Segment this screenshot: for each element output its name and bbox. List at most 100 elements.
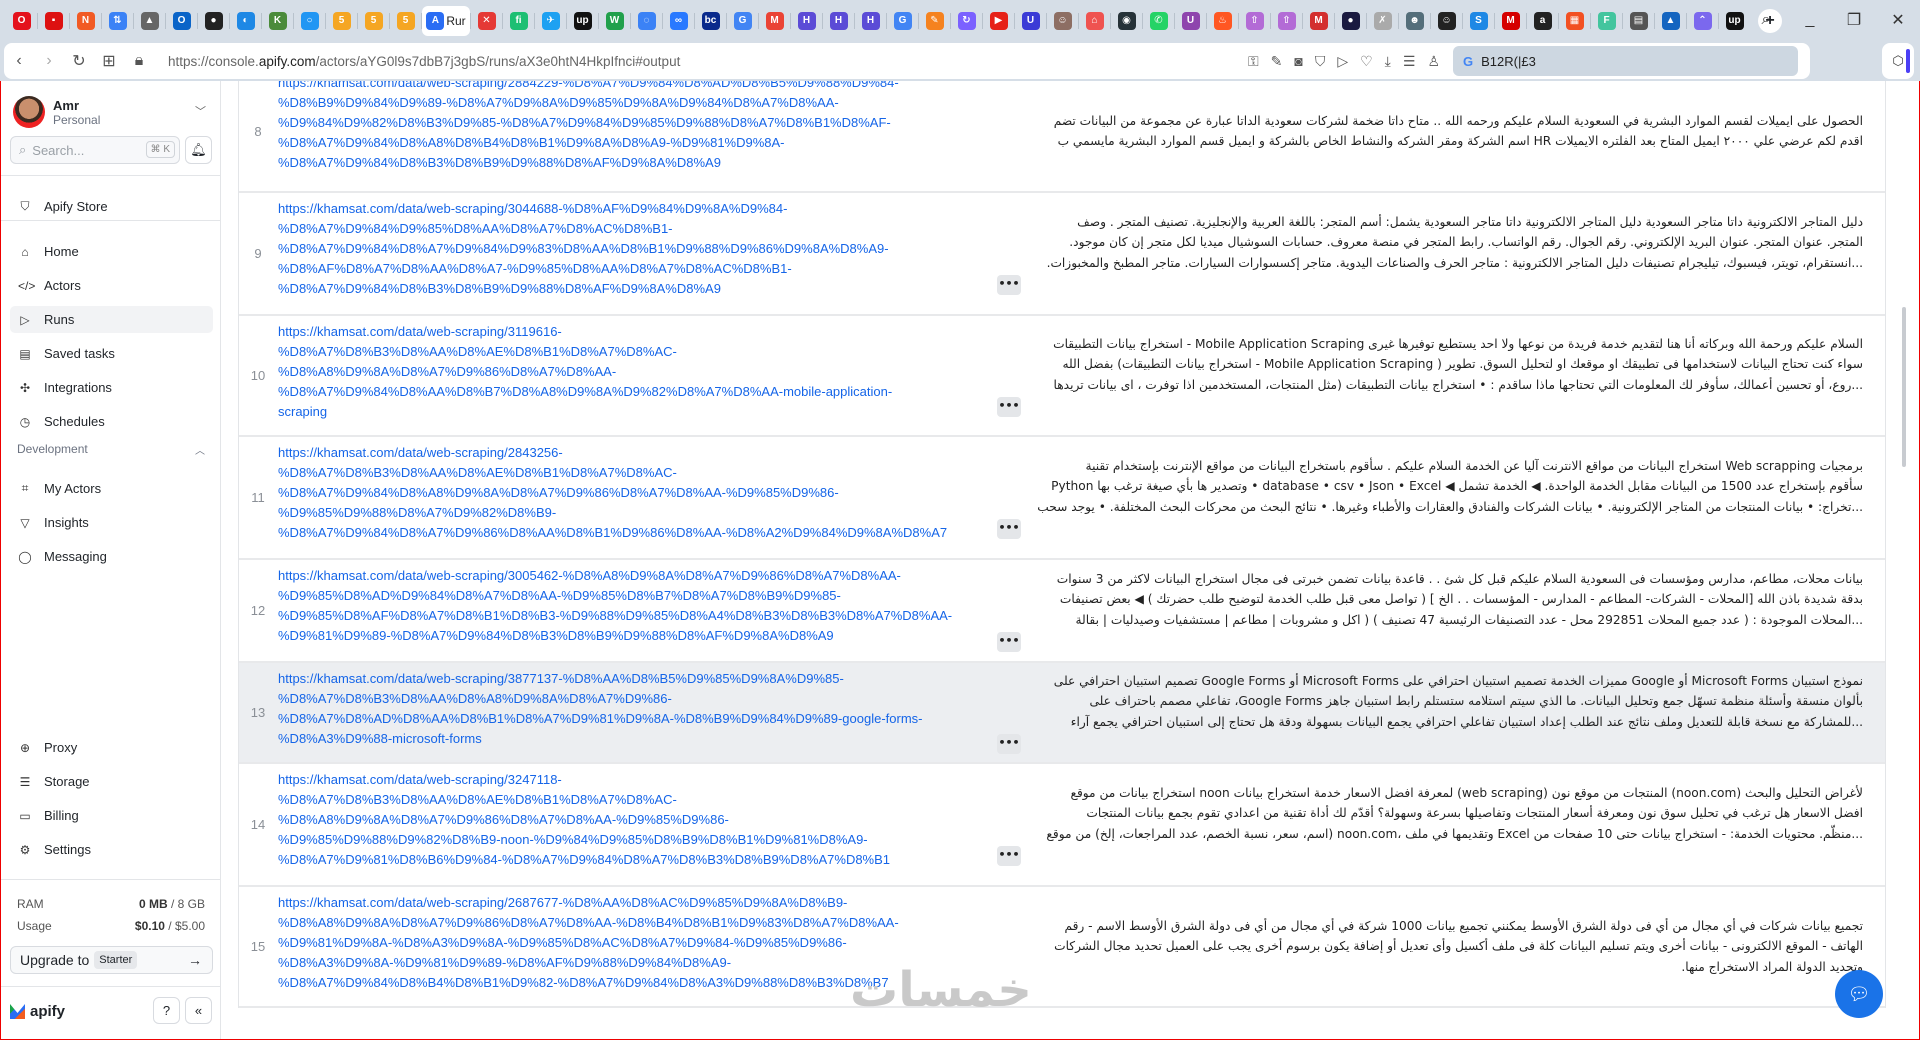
search-tabs-icon[interactable]: ⌕ [1744,11,1788,29]
back-icon[interactable]: ‹ [4,52,34,70]
sidebar-toggle-button[interactable]: ⬡ [1882,43,1914,79]
download-icon[interactable]: ⤓ [1385,53,1391,70]
url-field[interactable]: https://console.apify.com/actors/aYG0l9s… [168,54,680,69]
browser-tab[interactable]: ▶ [983,6,1014,36]
url-link[interactable]: https://khamsat.com/data/web-scraping/30… [277,193,987,314]
sidebar-item-billing[interactable]: ▭ Billing [10,802,213,829]
browser-tab[interactable]: 5 [326,6,357,36]
browser-tab[interactable]: ↻ [951,6,982,36]
browser-tab[interactable]: bc [695,6,726,36]
browser-tab[interactable]: up [567,6,598,36]
close-button[interactable]: ✕ [1876,10,1920,30]
sidebar-item-messaging[interactable]: ◯ Messaging [10,543,213,570]
browser-tab[interactable]: G [727,6,758,36]
sidebar-item-settings[interactable]: ⚙ Settings [10,836,213,863]
sidebar-item-apify-store[interactable]: ⛉ Apify Store [10,193,213,220]
browser-tab[interactable]: S [1463,6,1494,36]
browser-tab[interactable]: ● [1335,6,1366,36]
expand-text-button[interactable]: ••• [997,846,1021,867]
upgrade-button[interactable]: Upgrade to Starter → [10,946,213,974]
browser-tab[interactable]: F [1591,6,1622,36]
maximize-button[interactable]: ❐ [1832,10,1876,30]
browser-tab[interactable]: ⌂ [1079,6,1110,36]
sidebar-item-schedules[interactable]: ◷ Schedules [10,408,213,435]
shield-icon[interactable]: ⛉ [1315,53,1326,70]
url-link[interactable]: https://khamsat.com/data/web-scraping/38… [277,663,987,762]
url-link[interactable]: https://khamsat.com/data/web-scraping/32… [277,764,987,885]
browser-tab[interactable]: M [1303,6,1334,36]
browser-tab[interactable]: A Rur [422,5,470,36]
browser-tab[interactable]: ✗ [1367,6,1398,36]
collapse-sidebar-button[interactable]: « [185,997,212,1024]
send-icon[interactable]: ▷ [1337,53,1348,70]
url-link[interactable]: https://khamsat.com/data/web-scraping/28… [277,81,987,191]
sidebar-item-home[interactable]: ⌂ Home [10,238,213,265]
sidebar-item-integrations[interactable]: ✣ Integrations [10,374,213,401]
camera-icon[interactable]: ◙ [1294,53,1302,69]
expand-text-button[interactable]: ••• [997,734,1021,755]
settings-sliders-icon[interactable]: ☰ [1403,53,1416,70]
expand-text-button[interactable]: ••• [997,275,1021,296]
browser-tab[interactable]: H [855,6,886,36]
notifications-button[interactable]: 🔔︎ [185,136,212,164]
sidebar-item-runs[interactable]: ▷ Runs [10,306,213,333]
browser-tab[interactable]: ▪ [38,6,69,36]
browser-tab[interactable]: H [791,6,822,36]
reload-icon[interactable]: ↻ [64,51,94,71]
development-section-header[interactable]: Development ︿ [17,442,205,457]
forward-icon[interactable]: › [34,52,64,70]
browser-tab[interactable]: fi [503,6,534,36]
browser-tab[interactable]: ⇧ [1271,6,1302,36]
browser-tab[interactable]: N [70,6,101,36]
minimize-button[interactable]: _ [1788,11,1832,29]
browser-tab[interactable]: M [1495,6,1526,36]
browser-tab[interactable]: H [823,6,854,36]
chat-support-button[interactable]: 💬︎ [1835,970,1883,1018]
sidebar-item-my-actors[interactable]: ⌗ My Actors [10,475,213,502]
browser-tab[interactable]: ☺ [1431,6,1462,36]
browser-tab[interactable]: U [1175,6,1206,36]
url-link[interactable]: https://khamsat.com/data/web-scraping/30… [277,560,987,661]
url-link[interactable]: https://khamsat.com/data/web-scraping/31… [277,316,987,435]
google-search-box[interactable]: G B12R(|£3 [1453,46,1798,76]
browser-tab[interactable]: ⇅ [102,6,133,36]
browser-tab[interactable]: ✕ [471,6,502,36]
expand-text-button[interactable]: ••• [997,397,1021,418]
sidebar-item-insights[interactable]: ▽ Insights [10,509,213,536]
edit-icon[interactable]: ✎ [1271,53,1283,70]
browser-tab[interactable]: ⇧ [1239,6,1270,36]
browser-tab[interactable]: ✎ [919,6,950,36]
browser-tab[interactable]: ▦ [1559,6,1590,36]
sidebar-item-actors[interactable]: </> Actors [10,272,213,299]
browser-tab[interactable]: ◌ [631,6,662,36]
browser-tab[interactable]: ▲ [134,6,165,36]
browser-tab[interactable]: K [262,6,293,36]
chevron-down-icon[interactable]: ﹀ [195,103,206,119]
heart-icon[interactable]: ♡ [1360,53,1373,70]
search-input[interactable]: ⌕ Search... ⌘ K [10,136,180,164]
browser-tab[interactable]: O [6,6,37,36]
browser-tab[interactable]: a [1527,6,1558,36]
expand-text-button[interactable]: ••• [997,632,1021,653]
browser-tab[interactable]: ◐ [230,6,261,36]
browser-tab[interactable]: ∞ [663,6,694,36]
key-icon[interactable]: ⚿ [1248,53,1259,70]
browser-tab[interactable]: M [759,6,790,36]
sidebar-item-proxy[interactable]: ⊕ Proxy [10,734,213,761]
browser-tab[interactable]: ▲ [1655,6,1686,36]
scrollbar-thumb[interactable] [1902,307,1906,467]
sidebar-item-saved-tasks[interactable]: ▤ Saved tasks [10,340,213,367]
expand-text-button[interactable]: ••• [997,519,1021,540]
browser-tab[interactable]: ⌃ [1687,6,1718,36]
url-link[interactable]: https://khamsat.com/data/web-scraping/26… [277,887,987,1006]
browser-tab[interactable]: U [1015,6,1046,36]
browser-tab[interactable]: 5 [390,6,421,36]
browser-tab[interactable]: ☻ [1399,6,1430,36]
apify-logo[interactable]: apify [10,1003,65,1020]
browser-tab[interactable]: ♨ [1207,6,1238,36]
browser-tab[interactable]: ✆ [1143,6,1174,36]
browser-tab[interactable]: ☺ [1047,6,1078,36]
browser-tab[interactable]: ○ [294,6,325,36]
browser-tab[interactable]: ◉ [1111,6,1142,36]
browser-tab[interactable]: W [599,6,630,36]
